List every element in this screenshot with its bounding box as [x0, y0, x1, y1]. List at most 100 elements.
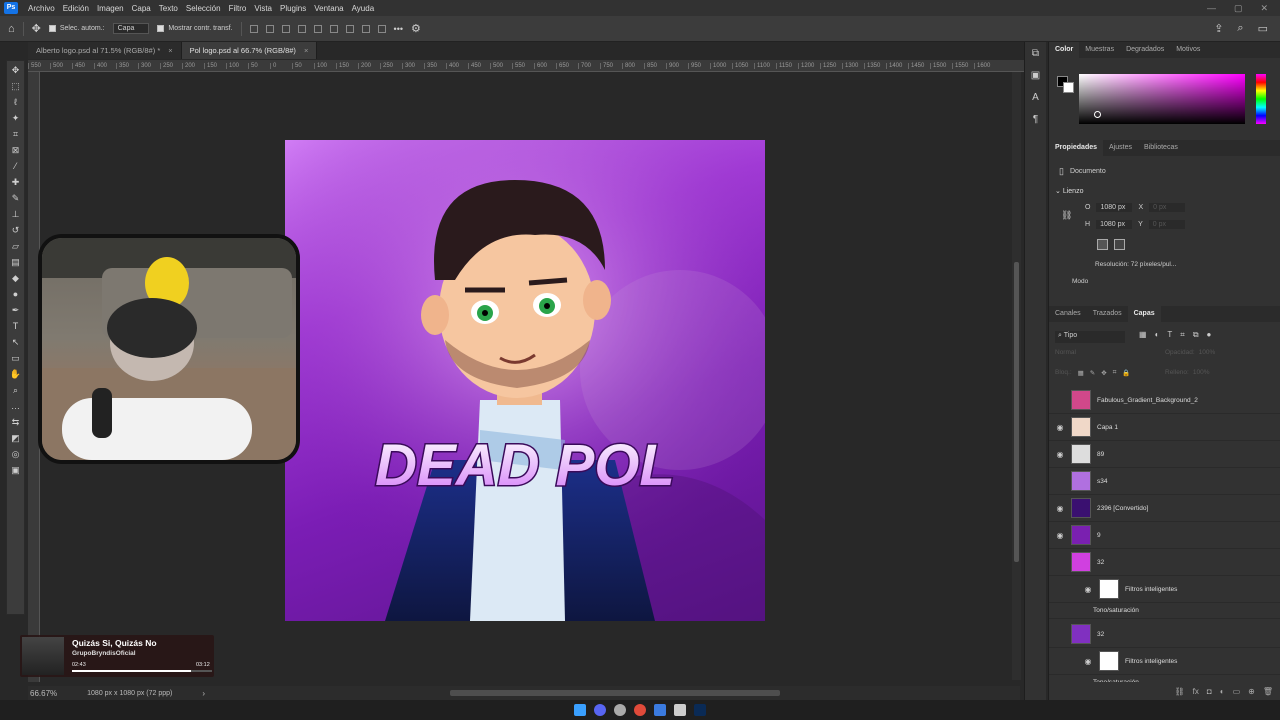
- marquee-tool-icon[interactable]: ⬚: [9, 80, 22, 93]
- y-input[interactable]: 0 px: [1148, 220, 1185, 229]
- move-tool-icon[interactable]: ✥: [9, 64, 22, 77]
- tab-bibliotecas[interactable]: Bibliotecas: [1138, 140, 1184, 156]
- x-input[interactable]: 0 px: [1149, 203, 1186, 212]
- workspace-icon[interactable]: ▭: [1258, 22, 1268, 35]
- align-left-icon[interactable]: [249, 24, 258, 33]
- menu-ayuda[interactable]: Ayuda: [348, 4, 379, 13]
- blend-mode-select[interactable]: Normal: [1055, 349, 1145, 356]
- filter-toggle-icon[interactable]: ●: [1207, 330, 1212, 340]
- shape-filter-icon[interactable]: ⌗: [1180, 330, 1185, 340]
- fx-icon[interactable]: fx: [1193, 687, 1199, 696]
- opacity-input[interactable]: 100%: [1199, 349, 1216, 356]
- hand-tool-icon[interactable]: ✋: [9, 368, 22, 381]
- lock-all-icon[interactable]: 🔒: [1122, 369, 1130, 377]
- swap-colors-icon[interactable]: ⇆: [9, 416, 22, 429]
- hue-slider[interactable]: [1256, 74, 1266, 124]
- align-bottom-icon[interactable]: [329, 24, 338, 33]
- align-center-icon[interactable]: [265, 24, 274, 33]
- close-icon[interactable]: ✕: [1260, 3, 1268, 14]
- shape-tool-icon[interactable]: ▭: [9, 352, 22, 365]
- lock-pixels-icon[interactable]: ▦: [1078, 369, 1084, 377]
- gradient-tool-icon[interactable]: ▤: [9, 256, 22, 269]
- visibility-eye-icon[interactable]: ◉: [1049, 423, 1071, 432]
- path-select-icon[interactable]: ↖: [9, 336, 22, 349]
- screen-mode-icon[interactable]: ▣: [9, 464, 22, 477]
- height-input[interactable]: 1080 px: [1096, 220, 1133, 229]
- lock-artboard-icon[interactable]: ⌗: [1113, 369, 1117, 377]
- visibility-eye-icon[interactable]: ◉: [1049, 504, 1071, 513]
- paragraph-icon[interactable]: ¶: [1028, 114, 1044, 130]
- comments-icon[interactable]: ▣: [1028, 70, 1044, 86]
- menu-capa[interactable]: Capa: [128, 4, 155, 13]
- smart-filters-row[interactable]: ◉ Filtros inteligentes: [1049, 576, 1280, 603]
- zoom-tool-icon[interactable]: ⌕: [9, 384, 22, 397]
- home-icon[interactable]: ⌂: [8, 23, 15, 35]
- tab-color[interactable]: Color: [1049, 42, 1080, 58]
- tab-ajustes[interactable]: Ajustes: [1103, 140, 1138, 156]
- portrait-orientation-icon[interactable]: [1097, 239, 1108, 250]
- pen-tool-icon[interactable]: ✒: [9, 304, 22, 317]
- menu-edicion[interactable]: Edición: [59, 4, 93, 13]
- more-tools-icon[interactable]: …: [9, 400, 22, 413]
- tab-capas[interactable]: Capas: [1127, 306, 1161, 322]
- distribute-icon[interactable]: [377, 24, 386, 33]
- distribute-icon[interactable]: [345, 24, 354, 33]
- vertical-scrollbar[interactable]: [1012, 72, 1021, 680]
- smart-filters-row[interactable]: ◉ Filtros inteligentes: [1049, 648, 1280, 675]
- color-picker-field[interactable]: [1079, 74, 1245, 124]
- close-tab-icon[interactable]: ×: [168, 46, 172, 55]
- tab-degradados[interactable]: Degradados: [1120, 42, 1170, 58]
- eyedropper-icon[interactable]: ⁄: [9, 160, 22, 173]
- menu-filtro[interactable]: Filtro: [225, 4, 251, 13]
- document-artwork[interactable]: DEAD POL: [285, 140, 765, 621]
- tab-motivos[interactable]: Motivos: [1170, 42, 1206, 58]
- tab-alberto-logo[interactable]: Alberto logo.psd al 71.5% (RGB/8#) * ×: [28, 42, 182, 59]
- distribute-icon[interactable]: [361, 24, 370, 33]
- chrome-icon[interactable]: [634, 704, 646, 716]
- visibility-eye-icon[interactable]: ◉: [1077, 657, 1099, 666]
- add-mask-icon[interactable]: ◘: [1207, 687, 1212, 696]
- layer-row[interactable]: ◉ Capa 1: [1049, 414, 1280, 441]
- clone-stamp-icon[interactable]: ⊥: [9, 208, 22, 221]
- dodge-tool-icon[interactable]: ●: [9, 288, 22, 301]
- show-transform-checkbox[interactable]: Mostrar contr. transf.: [157, 25, 233, 32]
- visibility-eye-icon[interactable]: ◉: [1049, 450, 1071, 459]
- layer-row[interactable]: ◉ 89: [1049, 441, 1280, 468]
- trash-icon[interactable]: 🗑: [1263, 687, 1273, 696]
- menu-imagen[interactable]: Imagen: [93, 4, 128, 13]
- chevron-right-icon[interactable]: ›: [202, 689, 205, 698]
- tab-propiedades[interactable]: Propiedades: [1049, 140, 1104, 156]
- share-icon[interactable]: ⇪: [1214, 22, 1223, 35]
- menu-texto[interactable]: Texto: [155, 4, 182, 13]
- discord-icon[interactable]: [594, 704, 606, 716]
- move-tool-icon[interactable]: ✥: [32, 22, 41, 35]
- media-icon[interactable]: [674, 704, 686, 716]
- layer-select[interactable]: Capa: [112, 23, 150, 34]
- search-icon[interactable]: ⌕: [1237, 22, 1243, 35]
- menu-seleccion[interactable]: Selección: [182, 4, 225, 13]
- menu-plugins[interactable]: Plugins: [276, 4, 310, 13]
- adjustment-layer-icon[interactable]: ◐: [1220, 687, 1225, 696]
- smart-object-filter-icon[interactable]: ⧉: [1193, 330, 1199, 340]
- photoshop-taskbar-icon[interactable]: [694, 704, 706, 716]
- canvas-section-header[interactable]: ⌄ Lienzo: [1055, 187, 1083, 195]
- more-options-button[interactable]: •••: [394, 24, 403, 34]
- menu-vista[interactable]: Vista: [250, 4, 276, 13]
- maximize-icon[interactable]: ▢: [1234, 3, 1243, 14]
- layer-row[interactable]: ◉ 2396 [Convertido]: [1049, 495, 1280, 522]
- lasso-tool-icon[interactable]: ℓ: [9, 96, 22, 109]
- color-swatches-icon[interactable]: ◩: [9, 432, 22, 445]
- tab-trazados[interactable]: Trazados: [1087, 306, 1128, 322]
- visibility-eye-icon[interactable]: ◉: [1049, 531, 1071, 540]
- windows-start-icon[interactable]: [574, 704, 586, 716]
- layer-filter-effect[interactable]: Tono/saturación: [1049, 603, 1280, 619]
- frame-tool-icon[interactable]: ⊠: [9, 144, 22, 157]
- layer-row[interactable]: s34: [1049, 468, 1280, 495]
- tab-canales[interactable]: Canales: [1049, 306, 1087, 322]
- new-group-icon[interactable]: ▭: [1233, 687, 1241, 696]
- layer-row[interactable]: ◉ 9: [1049, 522, 1280, 549]
- link-icon[interactable]: ⛓: [1061, 210, 1072, 221]
- eraser-icon[interactable]: ▱: [9, 240, 22, 253]
- type-tool-icon[interactable]: T: [9, 320, 22, 333]
- layer-filter-select[interactable]: ⌕ Tipo: [1055, 331, 1125, 343]
